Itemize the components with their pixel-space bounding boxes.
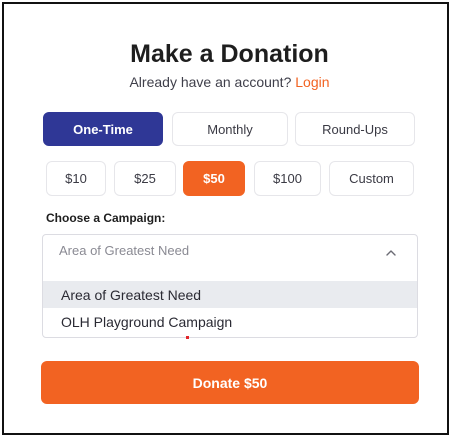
account-prompt-text: Already have an account? [129,74,292,90]
login-link[interactable]: Login [295,74,329,90]
frequency-one-time-button[interactable]: One-Time [43,112,163,146]
chevron-up-icon [386,250,396,256]
amount-50-button[interactable]: $50 [183,161,245,196]
validation-marker [186,336,189,339]
amount-custom-button[interactable]: Custom [329,161,414,196]
campaign-select[interactable]: Area of Greatest Need Area of Greatest N… [42,234,418,338]
campaign-option-greatest-need[interactable]: Area of Greatest Need [43,281,417,308]
amount-100-button[interactable]: $100 [254,161,321,196]
account-prompt: Already have an account? Login [4,74,455,90]
donation-card: Make a Donation Already have an account?… [2,2,449,435]
campaign-label: Choose a Campaign: [46,211,166,225]
amount-25-button[interactable]: $25 [114,161,176,196]
campaign-select-toggle[interactable]: Area of Greatest Need [43,235,417,279]
frequency-monthly-button[interactable]: Monthly [172,112,288,146]
campaign-option-playground[interactable]: OLH Playground Campaign [43,308,417,335]
campaign-select-value: Area of Greatest Need [59,243,190,258]
amount-10-button[interactable]: $10 [46,161,106,196]
page-title: Make a Donation [130,40,329,68]
frequency-round-ups-button[interactable]: Round-Ups [295,112,415,146]
donate-button[interactable]: Donate $50 [41,361,419,404]
